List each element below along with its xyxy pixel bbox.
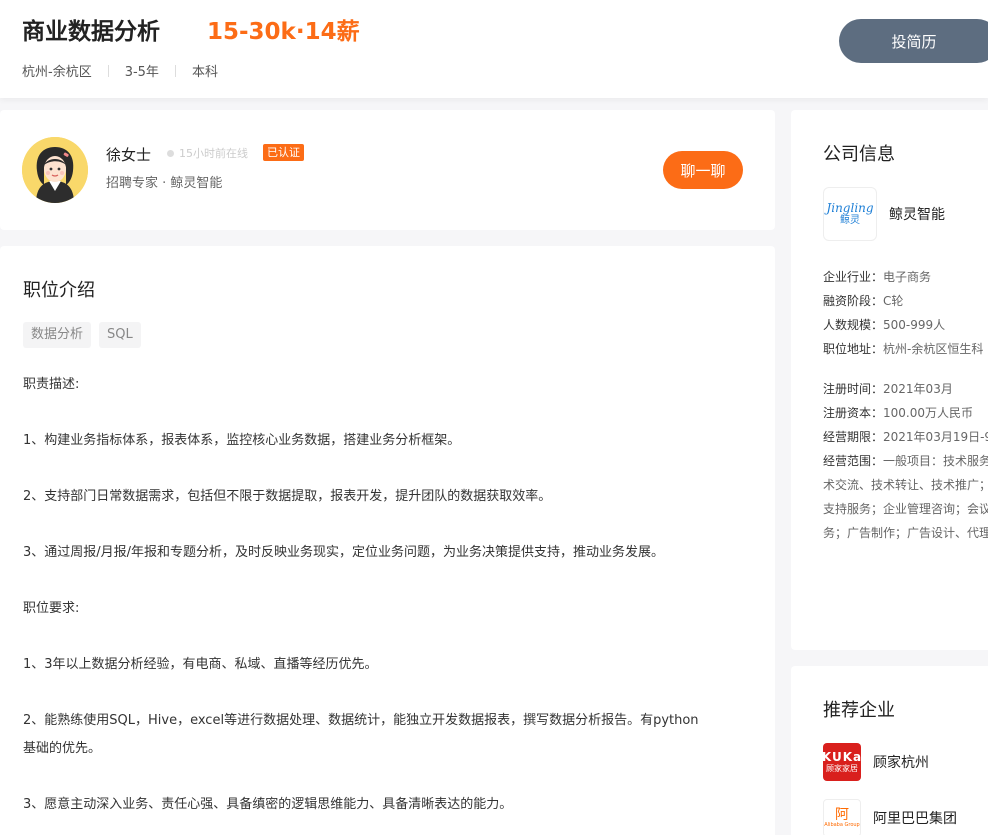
description-line	[23, 455, 743, 483]
description-line: 职位要求:	[23, 601, 80, 616]
chat-button[interactable]: 聊一聊	[663, 151, 743, 189]
skill-tag[interactable]: 数据分析	[23, 322, 92, 348]
description-line	[23, 567, 743, 595]
job-location: 杭州-余杭区	[22, 65, 92, 80]
description-line	[23, 623, 743, 651]
job-meta: 杭州-余杭区 3-5年 本科	[22, 61, 218, 80]
company-logo-text: 鲸灵	[840, 214, 860, 226]
description-line: 3、通过周报/月报/年报和专题分析，及时反映业务现实，定位业务问题，为业务决策提…	[23, 545, 665, 560]
info-row-term: 经营期限：2021年03月19日-99	[823, 430, 988, 444]
company-info-card: 公司信息 Jingling 鲸灵 鲸灵智能 企业行业：电子商务 融资阶段：C轮 …	[791, 110, 988, 650]
recommended-company-item[interactable]: 阿 Alibaba Group 阿里巴巴集团	[823, 799, 957, 835]
recruiter-role: 招聘专家 · 鲸灵智能	[106, 176, 223, 191]
job-description-card: 职位介绍 数据分析 SQL 职责描述: 1、构建业务指标体系，报表体系，监控核心…	[0, 246, 775, 835]
info-row-capital: 注册资本：100.00万人民币	[823, 406, 974, 420]
apply-button[interactable]: 投简历	[839, 19, 988, 63]
info-row-registered-date: 注册时间：2021年03月	[823, 382, 953, 396]
description-line: 1、构建业务指标体系，报表体系，监控核心业务数据，搭建业务分析框架。	[23, 433, 461, 448]
section-title-job-intro: 职位介绍	[23, 280, 95, 301]
kuka-logo: KUKa 顾家家居	[822, 743, 861, 781]
description-line	[23, 511, 743, 539]
recommended-company-name[interactable]: 阿里巴巴集团	[873, 808, 957, 828]
recruiter-card: 徐女士 15小时前在线 已认证 招聘专家 · 鲸灵智能 聊一聊	[0, 110, 775, 230]
skill-tags: 数据分析 SQL	[23, 322, 141, 348]
description-line: 1、3年以上数据分析经验，有电商、私域、直播等经历优先。	[23, 657, 378, 672]
description-line	[23, 763, 743, 791]
recommended-companies-card: 推荐企业 KUKa 顾家家居 顾家杭州 阿 Alibaba Group 阿里巴巴…	[791, 666, 988, 835]
recommended-company-name[interactable]: 顾家杭州	[873, 752, 929, 772]
info-row-funding: 融资阶段：C轮	[823, 294, 904, 308]
scope-line: 术交流、技术转让、技术推广；	[823, 478, 988, 492]
recruiter-avatar[interactable]	[22, 137, 88, 203]
scope-line: 务；广告制作；广告设计、代理	[823, 526, 988, 540]
description-line	[23, 399, 743, 427]
info-row-scope: 经营范围：一般项目：技术服务	[823, 454, 988, 468]
job-experience: 3-5年	[124, 65, 159, 80]
description-line: 3、愿意主动深入业务、责任心强、具备缜密的逻辑思维能力、具备清晰表达的能力。	[23, 797, 513, 812]
job-education: 本科	[191, 65, 218, 80]
salary: 15-30k·14薪	[207, 19, 360, 45]
online-status-dot	[167, 150, 174, 157]
description-line: 基础的优先。	[23, 741, 102, 756]
recruiter-name: 徐女士	[106, 146, 152, 164]
company-logo-text: Jingling	[826, 200, 874, 215]
company-logo[interactable]: Jingling 鲸灵	[823, 187, 877, 241]
job-title: 商业数据分析	[22, 19, 160, 45]
info-row-industry: 企业行业：电子商务	[823, 270, 932, 284]
job-header: 商业数据分析 15-30k·14薪 杭州-余杭区 3-5年 本科 投简历	[0, 0, 988, 98]
skill-tag[interactable]: SQL	[99, 322, 141, 348]
section-title-company: 公司信息	[823, 144, 895, 165]
divider	[107, 64, 109, 77]
online-status: 15小时前在线	[179, 147, 248, 160]
alibaba-logo: 阿 Alibaba Group	[823, 799, 861, 835]
company-details: 企业行业：电子商务 融资阶段：C轮 人数规模：500-999人 职位地址：杭州-…	[823, 265, 988, 545]
description-line: 2、支持部门日常数据需求，包括但不限于数据提取，报表开发，提升团队的数据获取效率…	[23, 489, 552, 504]
scope-line: 支持服务；企业管理咨询；会议	[823, 502, 988, 516]
job-description-text: 职责描述: 1、构建业务指标体系，报表体系，监控核心业务数据，搭建业务分析框架。…	[23, 371, 743, 819]
description-line: 2、能熟练使用SQL，Hive，excel等进行数据处理、数据统计，能独立开发数…	[23, 713, 699, 728]
info-row-size: 人数规模：500-999人	[823, 318, 946, 332]
info-row-address: 职位地址：杭州-余杭区恒生科	[823, 342, 984, 356]
divider	[174, 64, 176, 77]
description-line	[23, 679, 743, 707]
section-title-recommend: 推荐企业	[823, 700, 895, 721]
recommended-company-item[interactable]: KUKa 顾家家居 顾家杭州	[822, 743, 929, 781]
company-name[interactable]: 鲸灵智能	[889, 204, 945, 224]
description-line: 职责描述:	[23, 377, 80, 392]
verified-badge: 已认证	[263, 144, 304, 161]
